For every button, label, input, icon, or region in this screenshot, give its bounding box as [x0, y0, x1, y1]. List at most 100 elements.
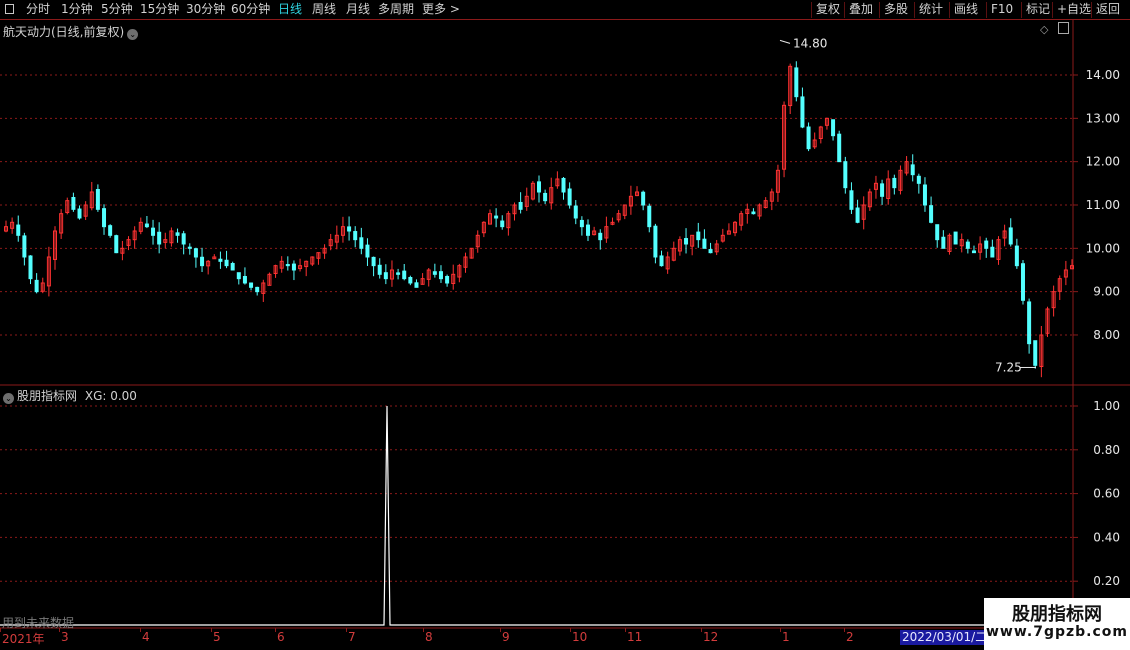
candle-body — [953, 231, 958, 245]
candle-body — [95, 188, 100, 210]
candle-body — [653, 225, 658, 258]
candle-body — [1027, 301, 1032, 345]
candle-body — [586, 224, 591, 236]
toolbar-separator — [914, 2, 915, 18]
price-tick-label: 10.00 — [1086, 241, 1120, 255]
candle-body — [114, 235, 119, 254]
time-tick — [275, 628, 276, 632]
panel-controls: ◇ — [1040, 22, 1069, 36]
time-label: 6 — [277, 630, 285, 644]
candle-body — [837, 133, 842, 163]
time-label: 12 — [703, 630, 719, 644]
candle-body — [347, 226, 352, 232]
chevron-down-icon[interactable]: ⌄ — [127, 29, 139, 40]
candle-body — [353, 231, 358, 241]
time-tick — [570, 628, 571, 632]
tab-7[interactable]: 周线 — [312, 0, 336, 19]
tab-4[interactable]: 30分钟 — [186, 0, 225, 19]
candle-body — [543, 192, 548, 202]
candle-body — [71, 197, 76, 210]
diamond-icon[interactable]: ◇ — [1040, 23, 1048, 36]
time-label: 5 — [213, 630, 221, 644]
tab-1[interactable]: 1分钟 — [61, 0, 93, 19]
candle-body — [708, 249, 713, 254]
candle-body — [291, 263, 296, 271]
toolbar-separator — [1052, 2, 1053, 18]
candle-body — [684, 238, 689, 245]
indicator-tick-label: 0.80 — [1093, 443, 1120, 457]
candle-body — [518, 201, 523, 210]
candle-body — [971, 250, 976, 254]
indicator-panel-title: ⌄ 股朋指标网 XG: 0.00 — [3, 387, 137, 404]
tab-8[interactable]: 月线 — [346, 0, 370, 19]
tab-2[interactable]: 5分钟 — [101, 0, 133, 19]
tab-3[interactable]: 15分钟 — [140, 0, 179, 19]
window-icon[interactable] — [5, 4, 14, 14]
main-panel-title: 航天动力(日线,前复权) ⌄ — [3, 23, 139, 40]
time-label: 2021年 — [2, 632, 45, 646]
time-tick — [701, 628, 702, 632]
toolbar-button-1[interactable]: 叠加 — [849, 0, 873, 19]
candle-body — [494, 215, 499, 219]
candle-body — [365, 244, 370, 258]
candle-body — [702, 238, 707, 249]
tab-5[interactable]: 60分钟 — [231, 0, 270, 19]
toolbar-button-7[interactable]: +自选 — [1057, 0, 1091, 19]
candle-body — [537, 181, 541, 193]
candle-body — [151, 227, 156, 236]
candle-body — [843, 161, 848, 189]
candle-body — [414, 282, 419, 288]
candle-body — [929, 205, 934, 223]
candle-body — [1033, 340, 1038, 366]
price-tick-label: 11.00 — [1086, 198, 1120, 212]
candle-body — [659, 255, 664, 267]
time-tick — [59, 628, 60, 632]
toolbar-button-3[interactable]: 统计 — [919, 0, 943, 19]
time-tick — [423, 628, 424, 632]
candle-body — [579, 219, 584, 228]
xg-signal-line — [0, 405, 1073, 626]
future-data-note: 用到未来数据 — [2, 616, 75, 630]
candle-body — [193, 248, 198, 258]
candle-body — [218, 258, 223, 262]
candle-body — [941, 236, 946, 249]
candle-body — [187, 246, 192, 249]
candle-body — [647, 205, 652, 228]
tab-9[interactable]: 多周期 — [378, 0, 414, 19]
period-toolbar: 分时 1分钟 5分钟 15分钟 30分钟 60分钟 日线 周线 月线 多周期 更多 > 复权 叠加 多股… — [0, 0, 1130, 20]
toolbar-separator — [879, 2, 880, 18]
candle-body — [175, 232, 180, 236]
toolbar-button-2[interactable]: 多股 — [884, 0, 908, 19]
candlestick-chart[interactable]: 14.00 13.00 12.00 11.00 10.00 9.00 8.00 14.80 7.… — [0, 20, 1130, 630]
candle-body — [285, 264, 290, 267]
tab-6[interactable]: 日线 — [278, 0, 302, 19]
toolbar-button-6[interactable]: 标记 — [1026, 0, 1050, 19]
candle-body — [16, 224, 21, 236]
time-label: 3 — [61, 630, 69, 644]
candle-body — [1020, 263, 1025, 301]
candle-body — [181, 233, 186, 245]
price-tick-label: 12.00 — [1086, 155, 1120, 169]
toggle-panel-icon[interactable] — [1057, 22, 1069, 34]
time-tick — [844, 628, 845, 632]
toolbar-button-0[interactable]: 复权 — [816, 0, 840, 19]
indicator-tick-label: 0.40 — [1093, 530, 1120, 544]
toolbar-button-4[interactable]: 画线 — [954, 0, 978, 19]
toolbar-button-5[interactable]: F10 — [991, 0, 1013, 19]
candle-body — [855, 207, 860, 223]
candle-body — [794, 67, 799, 98]
candle-body — [916, 175, 921, 184]
toolbar-button-8[interactable]: 返回 — [1096, 0, 1120, 19]
time-tick — [140, 628, 141, 632]
time-label: 8 — [425, 630, 433, 644]
tab-10[interactable]: 更多 > — [422, 0, 460, 19]
tab-0[interactable]: 分时 — [26, 0, 50, 19]
candle-body — [371, 256, 376, 267]
candle-body — [965, 241, 970, 249]
candle-body — [641, 191, 646, 206]
indicator-tick-label: 0.60 — [1093, 487, 1120, 501]
time-tick — [625, 628, 626, 632]
candle-body — [377, 264, 382, 275]
candle-body — [28, 255, 33, 280]
chevron-down-icon[interactable]: ⌄ — [3, 393, 14, 404]
